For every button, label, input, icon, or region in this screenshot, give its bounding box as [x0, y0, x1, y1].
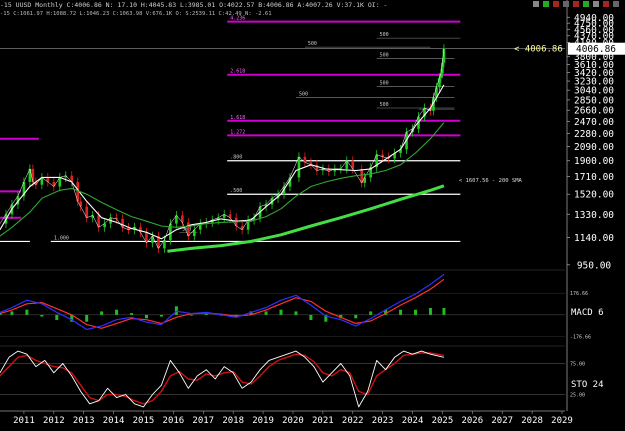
macd-hist-bar	[442, 307, 446, 315]
macd-hist-bar	[369, 311, 373, 315]
sto-label: STO 24	[571, 380, 604, 390]
x-tick-label: 2028	[521, 416, 543, 426]
y-tick-label: 4940.00	[574, 13, 614, 24]
macd-tick-label: 176.66	[570, 291, 588, 297]
y-tick-label: 1140.00	[574, 233, 614, 244]
macd-hist-bar	[279, 309, 283, 315]
last-price-marker: < 4006.86	[514, 45, 563, 55]
chart-subheader: -15 C:1061.97 H:1088.72 L:1046.23 C:1063…	[0, 10, 520, 18]
macd-label: MACD 6	[571, 308, 604, 318]
macd-hist-bar	[159, 314, 163, 317]
y-tick-label: 1900.00	[574, 156, 614, 167]
chart-header: -15 UUSD Monthly C:4006.86 N: 17.10 H:40…	[0, 0, 520, 10]
y-tick-label: 2280.00	[574, 129, 614, 140]
header-quote: UUSD Monthly C:4006.86 N: 17.10 H:4045.8…	[15, 1, 388, 9]
macd-tick-label: -176.66	[570, 334, 591, 340]
macd-hist-bar	[354, 314, 358, 319]
x-tick-label: 2018	[222, 416, 244, 426]
x-tick-label: 2021	[312, 416, 334, 426]
macd-hist-bar	[264, 311, 268, 315]
toolbar-button-7[interactable]	[593, 1, 599, 7]
x-tick-label: 2029	[551, 416, 573, 426]
toolbar-button-6[interactable]	[583, 1, 589, 7]
support-label: 1.000	[54, 235, 69, 241]
macd-hist-bar	[130, 313, 134, 315]
macd-hist-bar	[174, 306, 178, 315]
candle-body	[363, 177, 367, 183]
marker-label: 500	[380, 80, 389, 86]
macd-hist-bar	[189, 314, 193, 316]
marker-label: 500	[380, 53, 389, 59]
marker-label: 500	[380, 32, 389, 38]
macd-hist-bar	[100, 311, 104, 315]
toolbar-button-4[interactable]	[563, 1, 569, 7]
fib-label: 1.272	[230, 129, 245, 135]
support-label: .500	[230, 188, 242, 194]
macd-hist-bar	[55, 314, 59, 320]
x-tick-label: 2026	[461, 416, 483, 426]
macd-hist-bar	[10, 311, 14, 315]
y-tick-label: 2850.00	[574, 95, 614, 106]
toolbar-button-5[interactable]	[573, 1, 579, 7]
sto-tick-label: 25.00	[570, 393, 585, 399]
x-tick-label: 2020	[282, 416, 304, 426]
marker-label: 500	[299, 91, 308, 97]
candle-body	[297, 156, 301, 178]
x-tick-label: 2011	[13, 416, 35, 426]
y-tick-label: 1330.00	[574, 210, 614, 221]
y-tick-label: 2660.00	[574, 106, 614, 117]
x-tick-label: 2012	[43, 416, 65, 426]
toolbar-button-1[interactable]	[533, 1, 539, 7]
y-tick-label: 950.00	[577, 260, 612, 271]
macd-hist-bar	[414, 309, 418, 315]
x-tick-label: 2024	[402, 416, 424, 426]
macd-hist-bar	[204, 313, 208, 315]
toolbar-button-9[interactable]	[613, 1, 619, 7]
fib-label: 2.618	[230, 69, 245, 75]
x-tick-label: 2017	[192, 416, 214, 426]
toolbar-button-8[interactable]	[603, 1, 609, 7]
sma200-label: < 1607.56 - 200 SMA	[459, 178, 523, 184]
macd-hist-bar	[115, 309, 119, 315]
sto-tick-label: 75.00	[570, 362, 585, 368]
macd-hist-bar	[399, 309, 403, 315]
candle-body	[438, 77, 441, 88]
header-prefix: -15	[0, 1, 12, 9]
x-tick-label: 2013	[73, 416, 95, 426]
macd-hist-bar	[40, 314, 44, 317]
x-tick-label: 2019	[252, 416, 274, 426]
y-tick-label: 2090.00	[574, 142, 614, 153]
fib-label: 1.618	[230, 115, 245, 121]
y-tick-label: 1520.00	[574, 190, 614, 201]
candle-body	[79, 201, 83, 207]
macd-hist-bar	[144, 314, 148, 319]
x-tick-label: 2022	[342, 416, 364, 426]
x-tick-label: 2016	[163, 416, 185, 426]
toolbar	[529, 0, 625, 9]
x-tick-label: 2023	[372, 416, 394, 426]
marker-label: 500	[380, 102, 389, 108]
marker-label: 500	[308, 41, 317, 47]
x-tick-label: 2027	[491, 416, 513, 426]
y-tick-label: 1710.00	[574, 172, 614, 183]
macd-hist-bar	[85, 314, 89, 322]
y-tick-label: 2470.00	[574, 117, 614, 128]
x-tick-label: 2025	[432, 416, 454, 426]
header-subline: -15 C:1061.97 H:1088.72 L:1046.23 C:1063…	[0, 11, 272, 17]
chart-canvas: 950.00 1140.00 1330.00 1520.00 1710.00 1900.0…	[0, 0, 625, 431]
current-price-label: 4006.86	[576, 44, 616, 55]
macd-hist-bar	[25, 309, 29, 315]
x-tick-label: 2014	[103, 416, 125, 426]
support-label: .800	[230, 155, 242, 161]
macd-hist-bar	[294, 311, 298, 315]
macd-hist-bar	[309, 314, 313, 320]
candle-body	[31, 168, 35, 182]
macd-hist-bar	[428, 307, 432, 315]
toolbar-button-3[interactable]	[553, 1, 559, 7]
toolbar-button-2[interactable]	[543, 1, 549, 7]
x-tick-label: 2015	[133, 416, 155, 426]
